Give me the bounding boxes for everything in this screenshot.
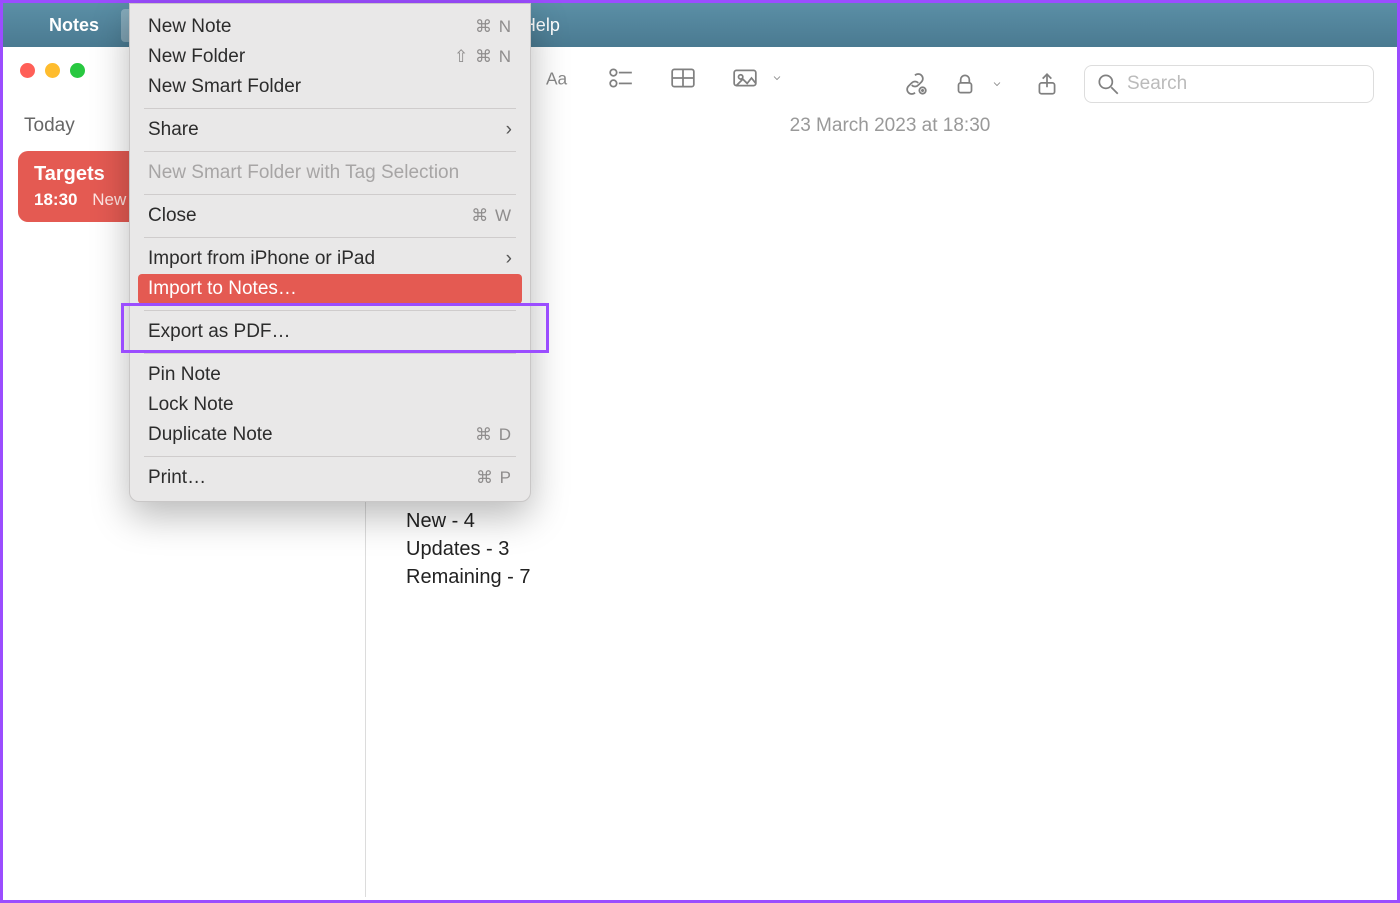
menu-item-import-to-notes[interactable]: Import to Notes… [138,274,522,304]
menu-item-new-folder[interactable]: New Folder⇧ ⌘ N [130,42,530,72]
note-body[interactable]: New - 4 Updates - 3 Remaining - 7 [406,507,1374,591]
note-line: Updates - 3 [406,535,1374,563]
menu-item-export-pdf[interactable]: Export as PDF… [130,317,530,347]
note-preview: New [92,190,126,209]
search-icon [1095,71,1121,97]
note-editor[interactable]: 23 March 2023 at 18:30 New - 4 Updates -… [386,111,1394,897]
photo-icon [732,65,758,91]
note-line: New - 4 [406,507,1374,535]
app-menu-notes[interactable]: Notes [37,9,111,42]
menu-item-new-note[interactable]: New Note⌘ N [130,12,530,42]
chevron-right-icon: › [506,248,512,270]
search-field[interactable]: Search [1084,65,1374,103]
menu-item-import-iphone[interactable]: Import from iPhone or iPad› [130,244,530,274]
text-style-icon[interactable]: Aa [546,65,572,91]
menu-item-share[interactable]: Share› [130,115,530,145]
menu-item-duplicate-note[interactable]: Duplicate Note⌘ D [130,420,530,450]
share-icon[interactable] [1034,71,1060,97]
link-note-icon[interactable] [902,71,928,97]
file-menu-dropdown: New Note⌘ N New Folder⇧ ⌘ N New Smart Fo… [129,3,531,502]
checklist-icon[interactable] [608,65,634,91]
table-icon[interactable] [670,65,696,91]
note-time: 18:30 [34,190,77,209]
svg-text:Aa: Aa [546,69,568,89]
note-datestamp: 23 March 2023 at 18:30 [406,115,1374,137]
search-placeholder: Search [1127,73,1187,95]
media-button[interactable] [732,65,790,91]
menu-item-lock-note[interactable]: Lock Note [130,390,530,420]
editor-toolbar: Aa [546,65,790,91]
chevron-down-icon [984,71,1010,97]
lock-icon [952,71,978,97]
note-line: Remaining - 7 [406,563,1374,591]
lock-button[interactable] [952,71,1010,97]
menu-item-close[interactable]: Close⌘ W [130,201,530,231]
window-traffic-lights [20,63,85,78]
menu-item-new-smart-folder[interactable]: New Smart Folder [130,72,530,102]
window-minimize-button[interactable] [45,63,60,78]
menu-item-new-smart-folder-tag: New Smart Folder with Tag Selection [130,158,530,188]
window-close-button[interactable] [20,63,35,78]
chevron-right-icon: › [506,119,512,141]
toolbar-right: Search [902,65,1374,103]
chevron-down-icon [764,65,790,91]
window-zoom-button[interactable] [70,63,85,78]
menu-item-print[interactable]: Print…⌘ P [130,463,530,493]
menu-item-pin-note[interactable]: Pin Note [130,360,530,390]
